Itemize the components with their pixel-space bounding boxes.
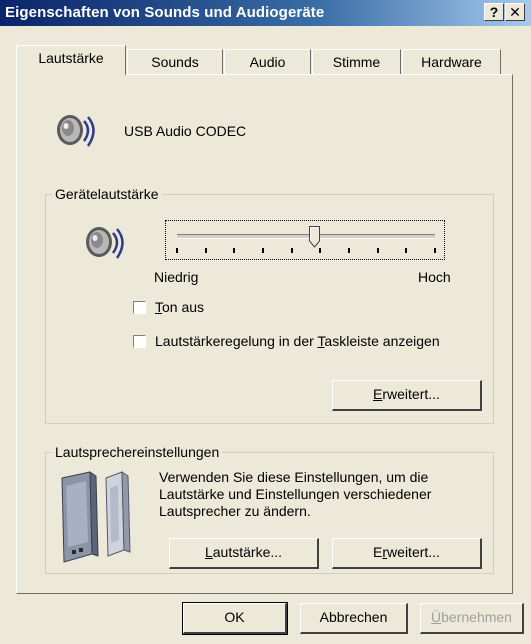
slider-tick [262,248,264,253]
window-title: Eigenschaften von Sounds und Audiogeräte [5,4,325,21]
mute-label-rest: on aus [162,299,205,315]
speaker-icon [86,227,124,259]
device-advanced-label-rest: rweitert... [382,386,440,402]
mute-label[interactable]: Ton aus [155,299,204,315]
slider-tick [204,248,207,253]
slider-tick [348,248,350,253]
speaker-advanced-label-prefix: E [373,544,383,560]
volume-slider[interactable] [165,220,445,260]
speaker-advanced-label-rest: weitert... [387,544,440,560]
speaker-volume-button[interactable]: Lautstärke... [169,538,319,569]
device-advanced-button[interactable]: Erweitert... [332,380,482,411]
device-name: USB Audio CODEC [124,123,247,139]
cancel-button[interactable]: Abbrechen [300,603,408,634]
speaker-advanced-button[interactable]: Erweitert... [332,538,482,569]
speaker-volume-label-rest: autstärke... [212,544,283,560]
slider-tick [233,248,236,253]
mute-mnemonic: T [155,299,162,315]
device-volume-title: Gerätelautstärke [52,186,162,202]
apply-mnemonic: Ü [431,609,442,625]
help-button[interactable]: ? [484,3,504,21]
mute-checkbox[interactable] [133,301,146,314]
speaker-settings-group: Lautsprechereinstellungen Verwenden Sie … [45,444,494,574]
taskbar-label-rest: askleiste anzeigen [324,333,440,349]
device-volume-group: Gerätelautstärke Niedrig Hoch Ton aus La… [45,186,494,424]
tab-panel: USB Audio CODEC Gerätelautstärke Niedrig… [16,74,513,594]
speaker-settings-description: Verwenden Sie diese Einstellungen, um di… [159,469,432,519]
slider-tick [319,248,322,253]
speakers-icon [61,471,131,563]
slider-tick [405,248,408,253]
tab-lautstaerke[interactable]: Lautstärke [16,45,126,75]
tab-audio[interactable]: Audio [224,49,311,74]
tab-sounds[interactable]: Sounds [127,49,223,74]
apply-label-rest: bernehmen [441,609,512,625]
slider-tick [376,248,379,253]
slider-max-label: Hoch [418,269,451,285]
slider-tick [434,248,436,253]
taskbar-label-prefix: Lautstärkeregelung in der [155,333,318,349]
slider-min-label: Niedrig [154,269,199,285]
taskbar-checkbox[interactable] [133,335,146,348]
title-bar[interactable]: Eigenschaften von Sounds und Audiogeräte… [0,0,531,26]
tab-hardware[interactable]: Hardware [402,49,501,74]
ok-button[interactable]: OK [182,602,288,635]
slider-tick [176,248,178,253]
taskbar-label[interactable]: Lautstärkeregelung in der Taskleiste anz… [155,333,440,349]
speaker-settings-title: Lautsprechereinstellungen [52,444,223,460]
apply-button[interactable]: Übernehmen [420,603,524,634]
speaker-volume-mnemonic: L [204,544,213,560]
close-button[interactable]: ✕ [505,3,525,21]
tab-stimme[interactable]: Stimme [312,49,401,74]
speaker-icon [57,115,95,147]
slider-tick [290,248,293,253]
device-advanced-mnemonic: E [373,386,383,402]
slider-ticks [166,221,444,259]
